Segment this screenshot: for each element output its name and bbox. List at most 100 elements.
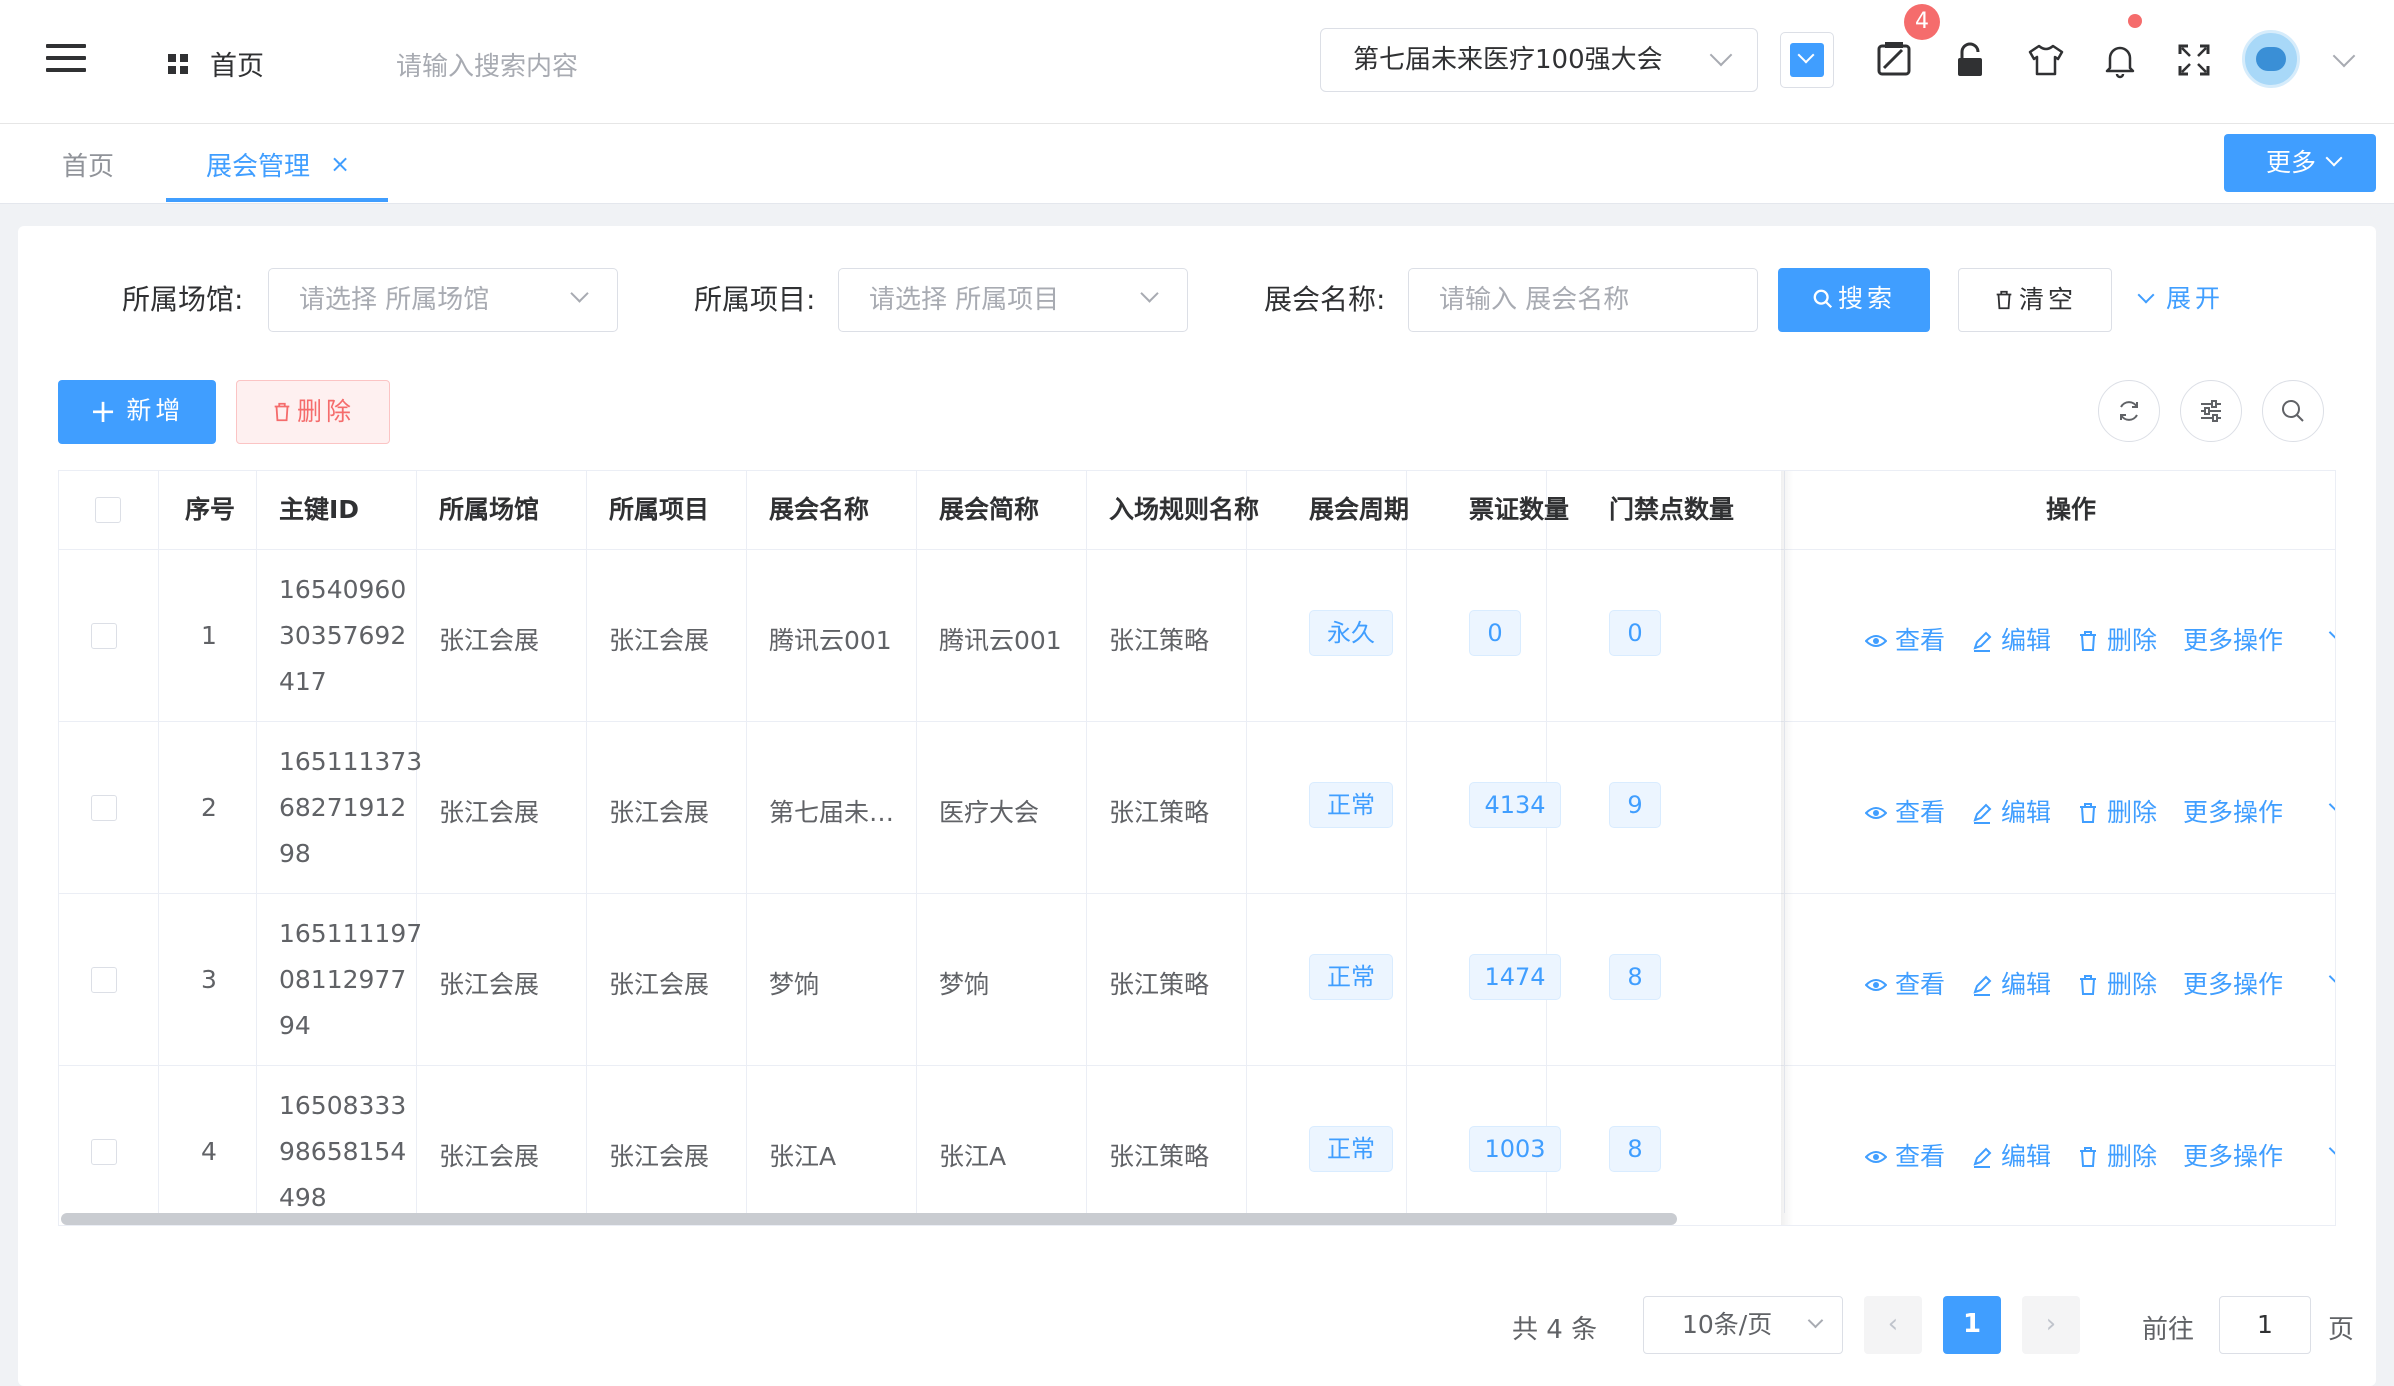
next-page-button[interactable]: ›: [2022, 1296, 2080, 1354]
row-short-name: 梦饷: [939, 970, 990, 999]
avatar[interactable]: [2242, 30, 2300, 88]
edit-icon: [1973, 803, 1992, 824]
header-search-input[interactable]: 请输入搜索内容: [396, 46, 578, 83]
page-number-button[interactable]: 1: [1943, 1296, 2001, 1354]
horizontal-scrollbar[interactable]: [61, 1213, 1677, 1225]
fullscreen-icon[interactable]: [2174, 40, 2214, 80]
delete-button[interactable]: 删除: [2077, 965, 2157, 1001]
edit-icon: [1973, 631, 1992, 652]
view-label: 查看: [1895, 970, 1946, 999]
eye-icon: [1864, 807, 1888, 819]
edit-label: 编辑: [2001, 798, 2052, 827]
select-all-checkbox[interactable]: [95, 497, 121, 523]
view-label: 查看: [1895, 626, 1946, 655]
edit-button[interactable]: 编辑: [1971, 621, 2051, 657]
chevron-down-icon[interactable]: [2332, 44, 2356, 68]
row-short-name: 腾讯云001: [939, 626, 1062, 655]
print-icon[interactable]: [1874, 40, 1914, 80]
more-actions-button[interactable]: 更多操作: [2183, 965, 2335, 1001]
toggle-search-button[interactable]: [2262, 380, 2324, 442]
goto-label: 前往: [2142, 1315, 2195, 1345]
project-select[interactable]: 请选择 所属项目: [838, 268, 1188, 332]
add-button[interactable]: + 新增: [58, 380, 216, 444]
view-button[interactable]: 查看: [1864, 965, 1946, 1001]
expand-filters-button[interactable]: 展开: [2137, 268, 2256, 332]
delete-button[interactable]: 删除: [2077, 793, 2157, 829]
bulk-delete-button[interactable]: 删除: [236, 380, 390, 444]
menu-icon[interactable]: [46, 44, 86, 74]
row-tickets-tag: 4134: [1469, 782, 1561, 828]
close-icon[interactable]: ×: [330, 150, 350, 178]
tab-exhibition-management[interactable]: 展会管理: [206, 146, 310, 183]
delete-button[interactable]: 删除: [2077, 1137, 2157, 1173]
delete-button[interactable]: 删除: [2077, 621, 2157, 657]
row-checkbox[interactable]: [91, 795, 117, 821]
row-id-line: 30357692: [279, 621, 407, 650]
add-button-label: 新增: [126, 396, 185, 425]
goto-page-input[interactable]: 1: [2219, 1296, 2311, 1354]
chevron-left-icon: ‹: [1887, 1309, 1899, 1339]
row-checkbox[interactable]: [91, 623, 117, 649]
row-checkbox[interactable]: [91, 967, 117, 993]
theme-color-picker[interactable]: [1780, 32, 1834, 88]
row-short-name: 张江A: [939, 1142, 1007, 1171]
more-actions-label: 更多操作: [2183, 970, 2284, 999]
clear-button[interactable]: 清空: [1958, 268, 2112, 332]
chevron-down-icon: [2328, 1140, 2335, 1157]
trash-icon: [2080, 803, 2096, 823]
conference-select[interactable]: 第七届未来医疗100强大会: [1320, 28, 1758, 92]
row-tickets-tag: 1474: [1469, 954, 1561, 1000]
venue-select[interactable]: 请选择 所属场馆: [268, 268, 618, 332]
row-id-line: 498: [279, 1183, 327, 1212]
edit-button[interactable]: 编辑: [1971, 965, 2051, 1001]
view-button[interactable]: 查看: [1864, 793, 1946, 829]
refresh-icon: [2120, 401, 2138, 421]
row-checkbox[interactable]: [91, 1139, 117, 1165]
chevron-down-icon: [1140, 284, 1159, 303]
row-id-line: 165111373: [279, 747, 423, 776]
lock-icon[interactable]: [1950, 40, 1990, 80]
more-tabs-button[interactable]: 更多: [2224, 134, 2376, 192]
edit-icon: [1973, 975, 1992, 996]
row-id-line: 68271912: [279, 793, 407, 822]
more-actions-button[interactable]: 更多操作: [2183, 1137, 2335, 1173]
page-size-select[interactable]: 10条/页: [1643, 1296, 1843, 1354]
view-button[interactable]: 查看: [1864, 1137, 1945, 1173]
breadcrumb-home-label: 首页: [210, 51, 264, 82]
row-no: 3: [201, 965, 217, 994]
row-project: 张江会展: [609, 626, 710, 655]
pagination-total: 共 4 条: [1512, 1315, 1598, 1345]
prev-page-button[interactable]: ‹: [1864, 1296, 1922, 1354]
row-venue: 张江会展: [439, 798, 540, 827]
breadcrumb-home[interactable]: 首页: [168, 44, 264, 83]
chevron-down-icon: [2328, 796, 2335, 813]
chevron-down-icon: [1807, 1312, 1824, 1329]
more-actions-button[interactable]: 更多操作: [2183, 621, 2335, 657]
row-divider: [59, 893, 2335, 894]
search-button-label: 搜索: [1837, 284, 1896, 313]
row-project: 张江会展: [609, 1142, 710, 1171]
column-settings-button[interactable]: [2180, 380, 2242, 442]
row-name: 梦饷: [769, 970, 820, 999]
view-button[interactable]: 查看: [1864, 621, 1946, 657]
row-gates-tag: 8: [1609, 954, 1661, 1000]
tab-home[interactable]: 首页: [62, 146, 114, 183]
edit-button[interactable]: 编辑: [1971, 793, 2051, 829]
delete-label: 删除: [2107, 970, 2158, 999]
column-header-actions: 操作: [2046, 495, 2097, 524]
view-label: 查看: [1895, 798, 1946, 827]
edit-label: 编辑: [2001, 1142, 2052, 1171]
more-actions-button[interactable]: 更多操作: [2183, 793, 2335, 829]
row-entry-rule: 张江策略: [1109, 798, 1210, 827]
project-select-placeholder: 请选择 所属项目: [869, 285, 1060, 315]
shirt-icon[interactable]: [2026, 40, 2066, 80]
exhibition-name-input[interactable]: 请输入 展会名称: [1408, 268, 1758, 332]
bell-icon[interactable]: [2100, 40, 2140, 80]
row-venue: 张江会展: [439, 626, 540, 655]
refresh-button[interactable]: [2098, 380, 2160, 442]
clear-button-label: 清空: [2018, 285, 2077, 314]
row-venue: 张江会展: [439, 970, 540, 999]
edit-button[interactable]: 编辑: [1971, 1137, 2051, 1173]
delete-label: 删除: [2107, 1142, 2158, 1171]
search-button[interactable]: 搜索: [1778, 268, 1930, 332]
